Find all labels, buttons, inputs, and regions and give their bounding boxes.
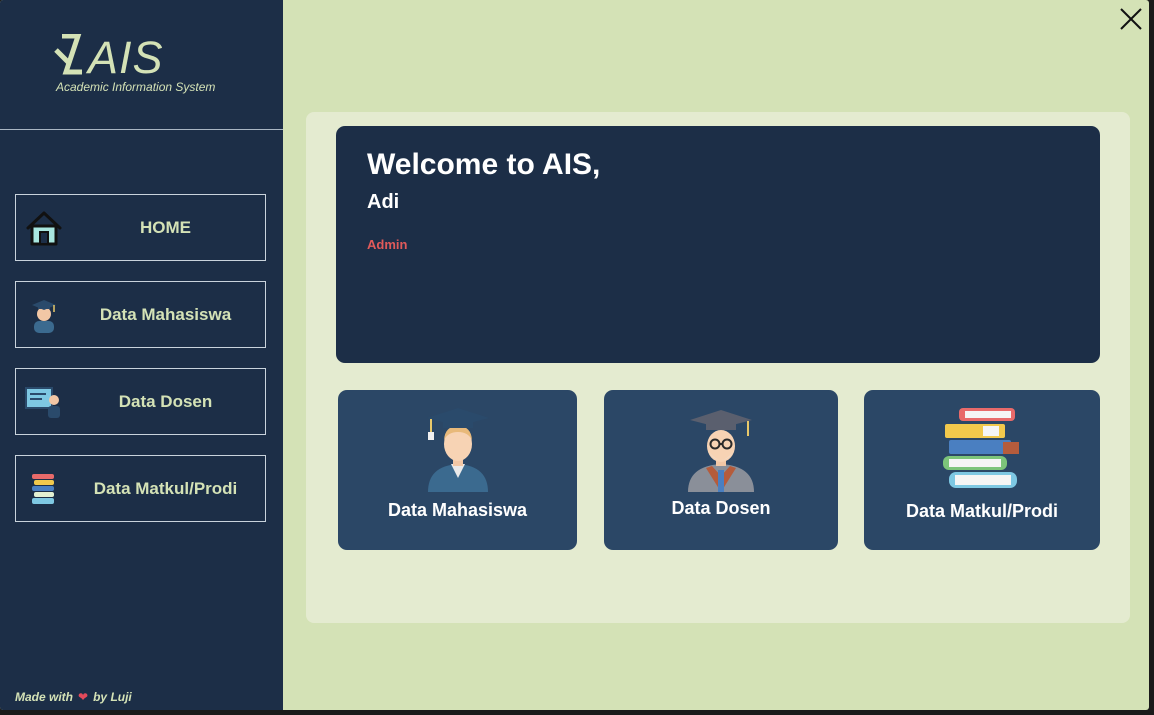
sidebar-item-label: Data Matkul/Prodi: [93, 479, 238, 498]
card-data-matkul-prodi[interactable]: Data Matkul/Prodi: [864, 390, 1100, 550]
made-with-text: Made with: [15, 690, 74, 704]
sidebar-item-data-matkul-prodi[interactable]: Data Matkul/Prodi: [15, 455, 266, 522]
footer-credit: Made with ❤ by Luji: [15, 690, 132, 704]
user-role: Admin: [367, 237, 408, 252]
sidebar-item-label: Data Dosen: [118, 392, 213, 411]
sidebar-item-home[interactable]: HOME: [15, 194, 266, 261]
card-data-mahasiswa[interactable]: Data Mahasiswa: [338, 390, 577, 550]
student-icon: [32, 300, 56, 333]
sidebar-item-label: HOME: [140, 218, 191, 237]
logo-subtitle: Academic Information System: [56, 80, 216, 94]
ais-logo-mark-icon: [54, 34, 82, 75]
app-window: AIS Academic Information System HOME Dat…: [0, 0, 1149, 710]
close-icon[interactable]: [1118, 6, 1144, 32]
books-icon: [32, 474, 54, 504]
welcome-banner: Welcome to AIS, Adi Admin: [336, 126, 1100, 363]
author-name: Luji: [110, 690, 132, 704]
card-label: Data Mahasiswa: [387, 500, 528, 520]
logo-title: AIS: [88, 32, 164, 83]
home-icon: [26, 211, 62, 246]
card-label: Data Matkul/Prodi: [905, 501, 1059, 521]
user-name: Adi: [367, 191, 400, 213]
welcome-title: Welcome to AIS,: [367, 148, 601, 181]
card-label: Data Dosen: [671, 498, 771, 518]
professor-icon: [688, 410, 754, 492]
sidebar-item-data-dosen[interactable]: Data Dosen: [15, 368, 266, 435]
by-text: by: [93, 690, 108, 704]
logo-area: AIS Academic Information System: [0, 0, 283, 130]
sidebar-item-label: Data Mahasiswa: [99, 305, 232, 324]
sidebar: AIS Academic Information System HOME Dat…: [0, 0, 283, 710]
card-data-dosen[interactable]: Data Dosen: [604, 390, 838, 550]
graduate-student-icon: [426, 408, 489, 492]
sidebar-item-data-mahasiswa[interactable]: Data Mahasiswa: [15, 281, 266, 348]
teacher-board-icon: [25, 387, 60, 418]
book-stack-icon: [943, 408, 1019, 488]
heart-icon: ❤: [78, 690, 89, 704]
